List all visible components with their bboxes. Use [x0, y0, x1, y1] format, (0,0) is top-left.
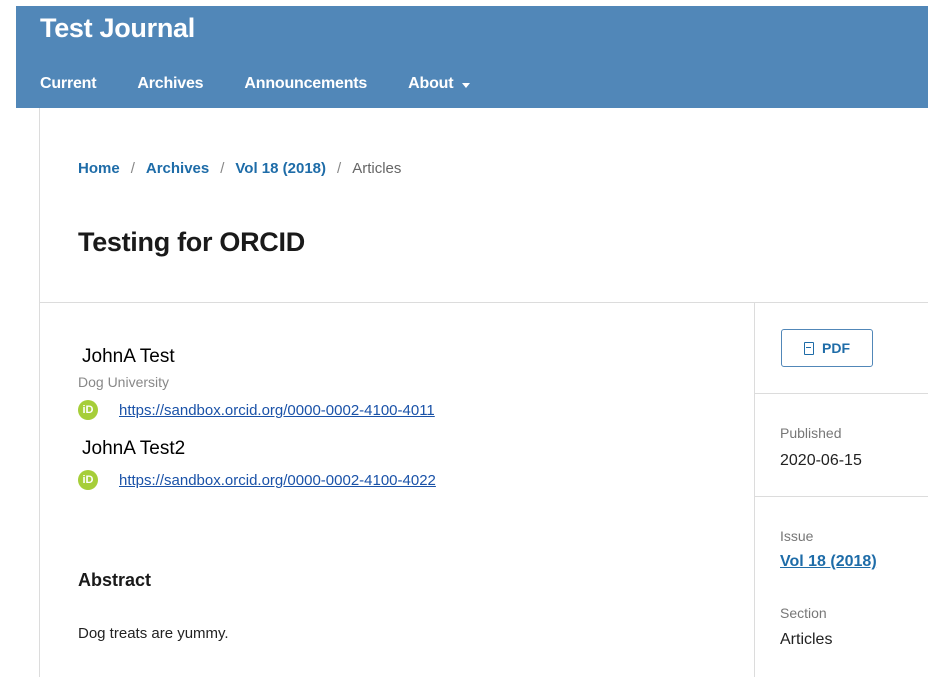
sidebar-section-divider	[755, 496, 928, 497]
breadcrumb-volume[interactable]: Vol 18 (2018)	[235, 160, 326, 177]
pdf-file-icon	[804, 341, 814, 355]
breadcrumb-separator: /	[130, 160, 135, 177]
orcid-link[interactable]: https://sandbox.orcid.org/0000-0002-4100…	[119, 472, 436, 489]
published-date: 2020-06-15	[780, 452, 862, 469]
nav-announcements[interactable]: Announcements	[244, 75, 367, 93]
published-label: Published	[780, 425, 842, 441]
author-affiliation: Dog University	[78, 374, 170, 390]
nav-about[interactable]: About	[408, 75, 471, 93]
site-header: Test Journal Current Archives Announceme…	[16, 6, 928, 108]
site-title[interactable]: Test Journal	[40, 13, 195, 44]
chevron-down-icon	[462, 82, 471, 88]
breadcrumb-archives[interactable]: Archives	[146, 160, 209, 177]
nav-current[interactable]: Current	[40, 75, 97, 93]
title-divider	[40, 302, 928, 303]
issue-label: Issue	[780, 528, 814, 544]
nav-archives[interactable]: Archives	[137, 75, 203, 93]
pdf-download-button[interactable]: PDF	[781, 329, 873, 367]
breadcrumb-current: Articles	[352, 160, 402, 177]
primary-nav: Current Archives Announcements About	[40, 75, 511, 93]
abstract-text: Dog treats are yummy.	[78, 625, 229, 642]
orcid-icon: iD	[78, 400, 98, 420]
nav-about-label: About	[408, 75, 454, 92]
author-name: JohnA Test2	[82, 438, 186, 459]
page-title: Testing for ORCID	[78, 227, 305, 257]
issue-link[interactable]: Vol 18 (2018)	[780, 553, 877, 571]
orcid-icon: iD	[78, 470, 98, 490]
abstract-heading: Abstract	[78, 570, 152, 590]
breadcrumb-separator: /	[337, 160, 342, 177]
orcid-link[interactable]: https://sandbox.orcid.org/0000-0002-4100…	[119, 402, 435, 419]
section-label: Section	[780, 605, 827, 621]
pdf-button-label: PDF	[822, 340, 850, 356]
breadcrumb: Home / Archives / Vol 18 (2018) / Articl…	[78, 160, 401, 177]
author-orcid: iD https://sandbox.orcid.org/0000-0002-4…	[78, 470, 436, 490]
sidebar-section-divider	[755, 393, 928, 394]
breadcrumb-home[interactable]: Home	[78, 160, 120, 177]
sidebar-divider	[754, 303, 755, 677]
content-border	[39, 108, 40, 677]
section-value: Articles	[780, 631, 833, 648]
author-name: JohnA Test	[82, 346, 175, 367]
breadcrumb-separator: /	[220, 160, 225, 177]
author-orcid: iD https://sandbox.orcid.org/0000-0002-4…	[78, 400, 435, 420]
